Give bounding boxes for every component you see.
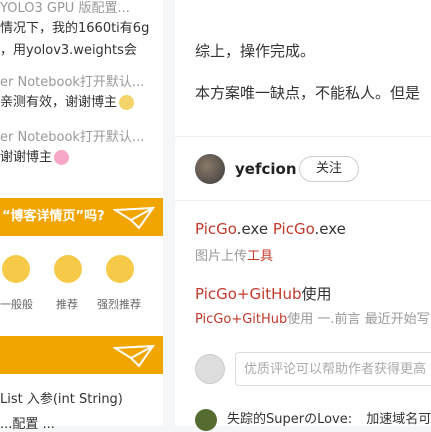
user-avatar <box>195 354 225 384</box>
follow-button[interactable]: 关注 <box>299 156 359 182</box>
face-laugh-icon[interactable] <box>106 255 134 283</box>
rating-faces: 一般般 推荐 强烈推荐 <box>0 249 163 319</box>
orange-banner[interactable] <box>0 336 163 374</box>
comment-article-title[interactable]: er Notebook打开默认... <box>0 129 163 147</box>
blog-detail-banner[interactable]: “博客详情页”吗? <box>0 198 163 236</box>
comment-article-title[interactable]: YOLO3 GPU 版配置... <box>0 0 163 18</box>
author-row: yefcion 关注 <box>195 152 431 186</box>
smile-emoji-icon <box>119 95 135 110</box>
rating-label[interactable]: 强烈推荐 <box>97 296 141 312</box>
article-paragraph: 综上，操作完成。 <box>195 42 316 60</box>
author-avatar[interactable] <box>195 154 225 184</box>
commenter-avatar[interactable] <box>195 408 217 431</box>
author-name[interactable]: yefcion <box>235 160 297 178</box>
rating-label[interactable]: 一般般 <box>0 296 33 312</box>
article-paragraph: 本方案唯一缺点，不能私人。但是 <box>195 84 421 102</box>
comment-input[interactable]: 优质评论可以帮助作者获得更高 <box>235 352 431 386</box>
recent-comment-3[interactable]: er Notebook打开默认... 谢谢博主 <box>0 129 163 169</box>
related-article-summary[interactable]: PicGo+GitHub使用 一.前言 最近开始写 <box>195 308 430 327</box>
commenter-name[interactable]: 失踪的SuperのLove: <box>227 412 352 427</box>
related-article-summary[interactable]: 图片上传工具 <box>195 245 273 264</box>
comment-text: 情况下，我的1660ti有6g <box>0 21 150 36</box>
article-column: 综上，操作完成。 本方案唯一缺点，不能私人。但是 yefcion 关注 PicG… <box>175 0 431 431</box>
list-item[interactable]: ...配置 ... <box>0 413 55 432</box>
paper-plane-icon <box>113 344 155 368</box>
comment-item: 失踪的SuperのLove: 加速域名可 <box>195 408 431 431</box>
comment-text: 谢谢博主 <box>0 150 53 165</box>
paper-plane-icon <box>113 206 155 230</box>
banner-text: “博客详情页”吗? <box>2 209 105 224</box>
flower-emoji-icon <box>54 150 70 165</box>
face-smile-icon[interactable] <box>54 255 82 283</box>
rating-label[interactable]: 推荐 <box>56 296 78 312</box>
divider <box>175 136 431 137</box>
comment-text: ，用yolov3.weights会 <box>0 43 137 58</box>
list-item[interactable]: List 入参(int String) <box>0 388 123 407</box>
comment-text: 加速域名可 <box>366 412 431 427</box>
divider <box>175 200 431 201</box>
comment-text: 亲测有效，谢谢博主 <box>0 95 118 110</box>
left-sidebar: YOLO3 GPU 版配置... 情况下，我的1660ti有6g ，用yolov… <box>0 0 163 432</box>
related-article-title[interactable]: PicGo+GitHub使用 <box>195 283 332 304</box>
recent-comment-1[interactable]: YOLO3 GPU 版配置... 情况下，我的1660ti有6g ，用yolov… <box>0 0 163 62</box>
comment-article-title[interactable]: er Notebook打开默认... <box>0 74 163 92</box>
face-meh-icon[interactable] <box>2 255 30 283</box>
recent-comment-2[interactable]: er Notebook打开默认... 亲测有效，谢谢博主 <box>0 74 163 114</box>
related-article-title[interactable]: PicGo.exe PicGo.exe <box>195 220 346 238</box>
comment-box: 优质评论可以帮助作者获得更高 <box>195 352 431 388</box>
